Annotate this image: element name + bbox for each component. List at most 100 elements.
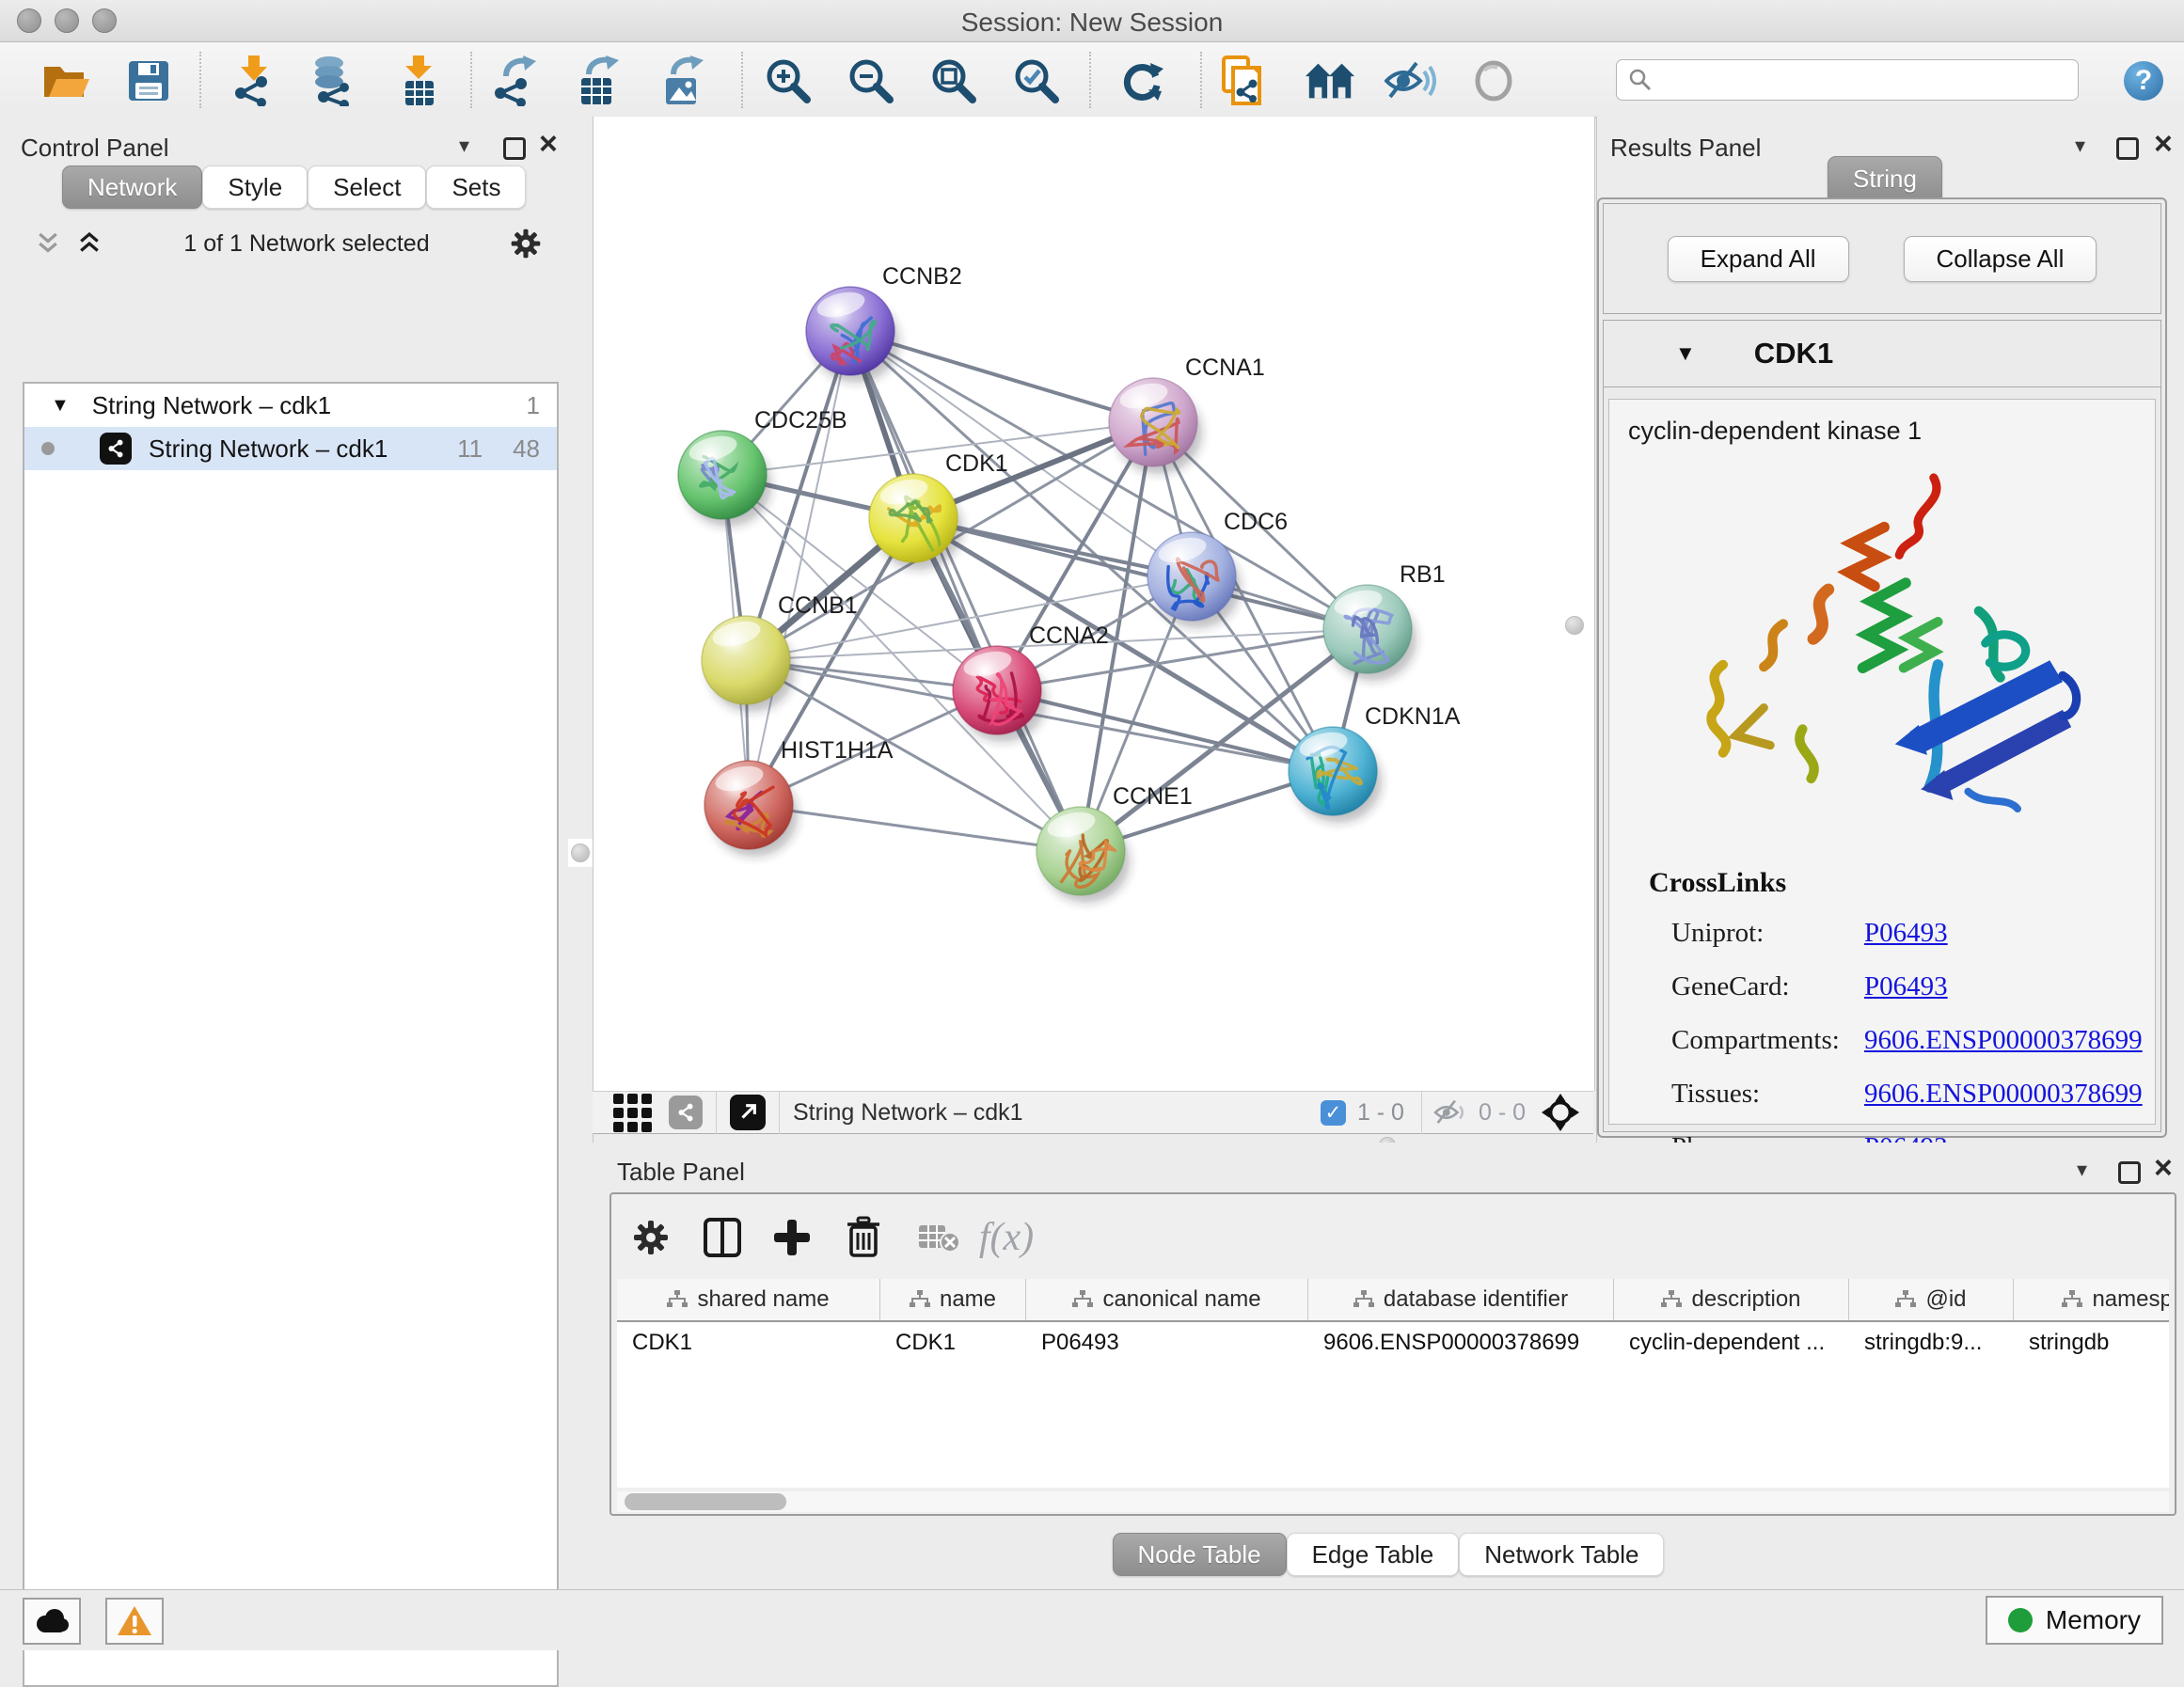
tab-network-table[interactable]: Network Table: [1459, 1533, 1664, 1576]
memory-button[interactable]: Memory: [1986, 1596, 2163, 1645]
column-header--id[interactable]: @id: [1849, 1279, 2014, 1320]
left-splitter-handle[interactable]: [568, 839, 593, 867]
save-session-button[interactable]: [122, 55, 175, 106]
gene-header-row[interactable]: ▼ CDK1: [1604, 321, 2160, 387]
selected-checkbox-icon[interactable]: ✓: [1321, 1100, 1346, 1126]
network-collection-row[interactable]: ▼ String Network – cdk1 1: [24, 384, 557, 427]
node-CDC6[interactable]: CDC6: [1147, 509, 1288, 628]
column-header-database-identifier[interactable]: database identifier: [1308, 1279, 1614, 1320]
titlebar: Session: New Session: [0, 0, 2184, 42]
node-CCNB2[interactable]: CCNB2: [806, 263, 962, 383]
edge-CCNB2-HIST1H1A[interactable]: [749, 331, 850, 805]
expand-all-button[interactable]: Expand All: [1668, 236, 1849, 282]
table-horizontal-scrollbar[interactable]: [617, 1491, 2169, 1512]
table-row[interactable]: CDK1CDK1P064939606.ENSP00000378699cyclin…: [617, 1322, 2169, 1364]
collapse-all-button[interactable]: Collapse All: [1904, 236, 2097, 282]
network-thumbnail-icon[interactable]: [669, 1096, 703, 1129]
clone-network-button[interactable]: [1217, 55, 1270, 106]
show-all-button[interactable]: [1467, 55, 1520, 106]
tab-network[interactable]: Network: [62, 166, 202, 209]
hide-selected-button[interactable]: [1385, 55, 1437, 106]
results-tab-string[interactable]: String: [1828, 156, 1942, 201]
grid-view-icon[interactable]: [613, 1094, 652, 1132]
export-network-button[interactable]: [487, 55, 540, 106]
tab-style[interactable]: Style: [202, 166, 308, 209]
table-panel-menu-icon[interactable]: ▾: [2077, 1159, 2087, 1180]
results-panel-close-icon[interactable]: ×: [2154, 132, 2173, 156]
node-RB1[interactable]: RB1: [1323, 561, 1446, 681]
table-cell[interactable]: 9606.ENSP00000378699: [1308, 1322, 1614, 1364]
column-header-description[interactable]: description: [1614, 1279, 1849, 1320]
table-cell[interactable]: CDK1: [880, 1322, 1026, 1364]
table-cell[interactable]: cyclin-dependent ...: [1614, 1322, 1849, 1364]
results-panel-menu-icon[interactable]: ▾: [2075, 135, 2085, 156]
collapse-all-chevrons-icon[interactable]: [34, 229, 62, 258]
node-CCNB1[interactable]: CCNB1: [702, 592, 858, 712]
scrollbar-thumb[interactable]: [625, 1493, 786, 1510]
first-neighbors-button[interactable]: [1304, 55, 1356, 106]
table-cell[interactable]: P06493: [1026, 1322, 1308, 1364]
show-columns-button[interactable]: [694, 1209, 751, 1266]
tab-edge-table[interactable]: Edge Table: [1287, 1533, 1460, 1576]
table-cell[interactable]: stringdb: [2014, 1322, 2169, 1364]
crosslink-link[interactable]: P06493: [1864, 971, 1948, 1002]
help-button[interactable]: ?: [2124, 61, 2163, 101]
delete-table-button[interactable]: [910, 1209, 967, 1266]
network-row[interactable]: String Network – cdk1 11 48: [24, 427, 557, 470]
node-table[interactable]: shared namenamecanonical namedatabase id…: [617, 1279, 2169, 1488]
function-builder-button[interactable]: f(x): [978, 1209, 1035, 1266]
zoom-selected-button[interactable]: [1010, 55, 1063, 106]
zoom-in-button[interactable]: [762, 55, 815, 106]
export-image-button[interactable]: [657, 55, 709, 106]
node-CDK1[interactable]: CDK1: [869, 450, 1008, 570]
edge-CCNB2-CCNE1[interactable]: [850, 331, 1081, 851]
node-HIST1H1A[interactable]: HIST1H1A: [704, 737, 894, 857]
node-CDKN1A[interactable]: CDKN1A: [1289, 703, 1461, 823]
edge-CDK1-RB1[interactable]: [913, 518, 1368, 629]
import-network-from-database-button[interactable]: [307, 55, 359, 106]
zoom-fit-button[interactable]: [927, 55, 980, 106]
table-cell[interactable]: CDK1: [617, 1322, 880, 1364]
import-network-button[interactable]: [228, 55, 280, 106]
edge-HIST1H1A-CCNE1[interactable]: [749, 805, 1081, 851]
fit-selected-crosshair-icon[interactable]: [1541, 1093, 1580, 1132]
hidden-eye-slash-icon[interactable]: [1433, 1098, 1469, 1127]
tab-node-table[interactable]: Node Table: [1113, 1533, 1287, 1576]
table-settings-button[interactable]: [623, 1209, 679, 1266]
search-input[interactable]: [1616, 59, 2079, 101]
network-graph[interactable]: CCNB2CCNA1CDC25BCDK1CDC6RB1CCNB1CCNA2CDK…: [593, 117, 1592, 1091]
crosslink-link[interactable]: P06493: [1864, 918, 1948, 949]
import-table-button[interactable]: [393, 55, 446, 106]
gear-icon[interactable]: [510, 228, 542, 260]
control-panel-close-icon[interactable]: ×: [539, 132, 558, 156]
tab-sets[interactable]: Sets: [426, 166, 526, 209]
column-header-namespace[interactable]: namespace: [2014, 1279, 2169, 1320]
table-cell[interactable]: stringdb:9...: [1849, 1322, 2014, 1364]
zoom-out-button[interactable]: [845, 55, 897, 106]
results-panel-float-icon[interactable]: [2116, 137, 2139, 165]
delete-column-button[interactable]: [835, 1209, 892, 1266]
collection-expand-arrow-icon[interactable]: ▼: [51, 395, 70, 417]
column-header-canonical-name[interactable]: canonical name: [1026, 1279, 1308, 1320]
crosslink-link[interactable]: 9606.ENSP00000378699: [1864, 1079, 2143, 1110]
warnings-button[interactable]: [105, 1598, 164, 1645]
gene-expand-arrow-icon[interactable]: ▼: [1675, 341, 1696, 366]
birdseye-view-icon[interactable]: [730, 1095, 766, 1130]
tab-select[interactable]: Select: [308, 166, 426, 209]
cloud-status-button[interactable]: [23, 1598, 81, 1645]
table-panel-float-icon[interactable]: [2118, 1161, 2141, 1189]
control-panel-float-icon[interactable]: [503, 137, 526, 165]
open-session-button[interactable]: [40, 55, 92, 106]
apply-layout-button[interactable]: [1116, 55, 1168, 106]
column-header-shared-name[interactable]: shared name: [617, 1279, 880, 1320]
control-panel-menu-icon[interactable]: ▾: [459, 135, 469, 156]
table-panel-close-icon[interactable]: ×: [2154, 1156, 2173, 1180]
right-splitter-handle[interactable]: [1565, 616, 1584, 635]
crosslink-link[interactable]: 9606.ENSP00000378699: [1864, 1025, 2143, 1056]
node-CCNA1[interactable]: CCNA1: [1109, 355, 1265, 474]
expand-all-chevrons-icon[interactable]: [75, 229, 103, 258]
column-header-name[interactable]: name: [880, 1279, 1026, 1320]
create-column-button[interactable]: [764, 1209, 820, 1266]
network-canvas[interactable]: CCNB2CCNA1CDC25BCDK1CDC6RB1CCNB1CCNA2CDK…: [593, 117, 1595, 1091]
export-table-button[interactable]: [572, 55, 625, 106]
